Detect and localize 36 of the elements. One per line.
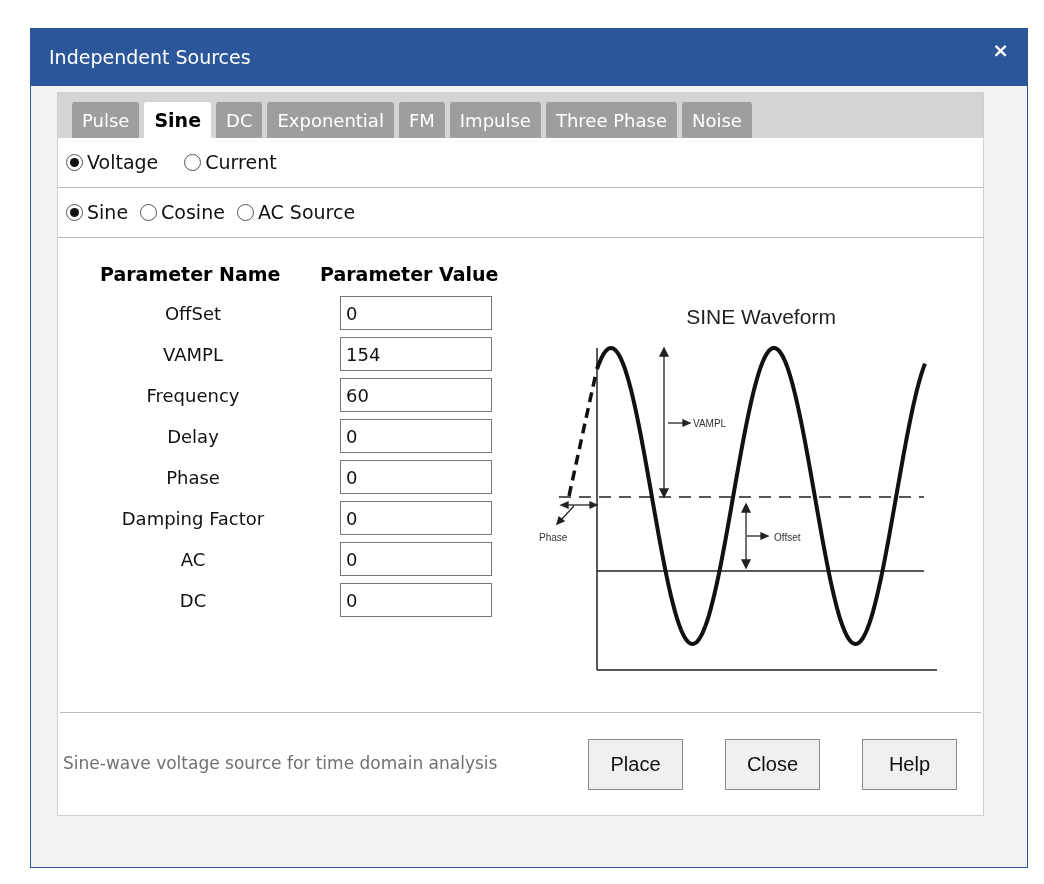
diagram-title: SINE Waveform <box>686 305 836 328</box>
parameter-name: Phase <box>165 465 221 490</box>
tab[interactable]: Sine <box>144 102 211 138</box>
parameter-name: Delay <box>166 424 220 449</box>
parameter-name: AC <box>179 547 207 572</box>
window-title: Independent Sources <box>49 45 251 71</box>
column-header: Parameter Name <box>99 261 282 287</box>
radio-option[interactable]: Cosine <box>140 198 225 227</box>
parameter-value-field[interactable]: 0 <box>340 460 492 494</box>
dialog-button[interactable]: Place <box>588 738 683 790</box>
parameter-name: Frequency <box>145 383 241 408</box>
dialog-button[interactable]: Close <box>725 738 820 790</box>
parameter-name: OffSet <box>163 301 223 326</box>
column-header: Parameter Value <box>320 261 499 287</box>
parameter-value-field[interactable]: 0 <box>340 296 492 330</box>
parameter-value-field[interactable]: 60 <box>340 378 492 412</box>
close-button[interactable]: × <box>992 35 1009 65</box>
offset-arrow-drawing <box>740 502 770 570</box>
offset-label: Offset <box>774 532 801 543</box>
parameter-value-field[interactable]: 0 <box>340 583 492 617</box>
vampl-label: VAMPL <box>693 418 727 429</box>
radio-option[interactable]: Voltage <box>66 148 159 177</box>
parameter-value-field[interactable]: 0 <box>340 419 492 453</box>
radio-option[interactable]: Current <box>184 148 277 177</box>
parameter-value-field[interactable]: 0 <box>340 501 492 535</box>
parameter-name: Damping Factor <box>120 506 266 531</box>
parameter-value-field[interactable]: 154 <box>340 337 492 371</box>
radio-option[interactable]: AC Source <box>236 198 356 227</box>
parameter-name: VAMPL <box>162 342 224 367</box>
parameter-name: DC <box>178 588 208 613</box>
description-text: Sine-wave voltage source for time domain analysis <box>63 752 499 776</box>
phase-arrow-drawing <box>556 501 599 526</box>
parameter-value-field[interactable]: 0 <box>340 542 492 576</box>
radio-option[interactable]: Sine <box>66 198 129 227</box>
phase-label: Phase <box>539 532 568 543</box>
dialog-button[interactable]: Help <box>862 738 957 790</box>
